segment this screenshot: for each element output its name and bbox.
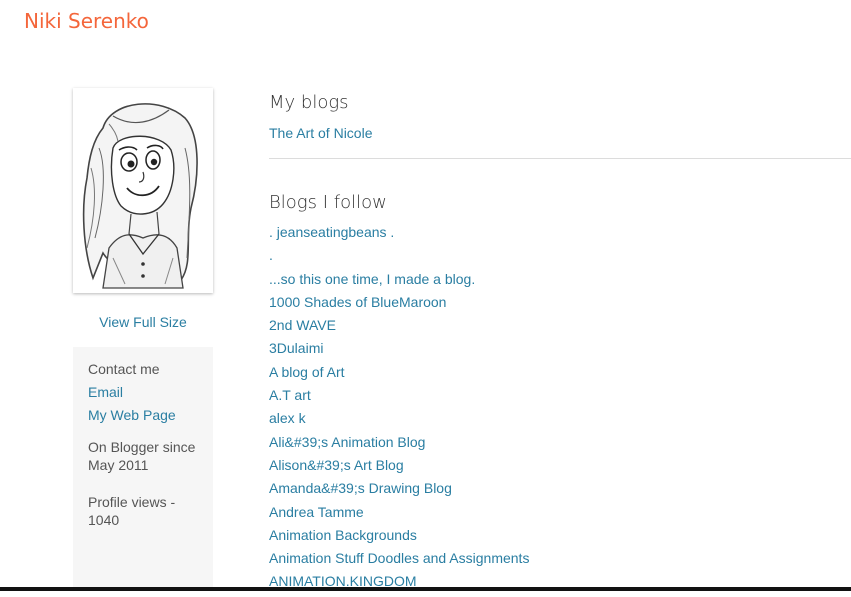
my-blogs-heading: My blogs (269, 92, 349, 113)
followed-blog-link[interactable]: Andrea Tamme (269, 504, 364, 520)
followed-blog-link[interactable]: Animation Stuff Doodles and Assignments (269, 550, 529, 566)
followed-blog-link[interactable]: Animation Backgrounds (269, 527, 417, 543)
list-item: ...so this one time, I made a blog. (269, 271, 529, 294)
list-item: 1000 Shades of BlueMaroon (269, 294, 529, 317)
list-item: 2nd WAVE (269, 317, 529, 340)
followed-blog-link[interactable]: 2nd WAVE (269, 317, 336, 333)
followed-blog-link[interactable]: ...so this one time, I made a blog. (269, 271, 475, 287)
followed-blog-link[interactable]: 3Dulaimi (269, 340, 323, 356)
list-item: A.T art (269, 387, 529, 410)
followed-blog-link[interactable]: . (269, 247, 273, 263)
followed-blog-link[interactable]: A blog of Art (269, 364, 345, 380)
blogs-i-follow-heading: Blogs I follow (269, 192, 387, 213)
list-item: 3Dulaimi (269, 340, 529, 363)
followed-blog-link[interactable]: 1000 Shades of BlueMaroon (269, 294, 446, 310)
list-item: A blog of Art (269, 364, 529, 387)
blogger-since-text: On Blogger since May 2011 (88, 439, 196, 473)
list-item: Animation Stuff Doodles and Assignments (269, 550, 529, 573)
followed-blog-link[interactable]: Alison&#39;s Art Blog (269, 457, 404, 473)
section-divider (269, 158, 851, 159)
email-link[interactable]: Email (88, 384, 201, 401)
my-blog-link[interactable]: The Art of Nicole (269, 125, 373, 141)
site-title[interactable]: Niki Serenko (24, 9, 149, 33)
followed-blog-link[interactable]: alex k (269, 410, 306, 426)
list-item: ANIMATION.KINGDOM (269, 573, 529, 596)
profile-views-text: Profile views - 1040 (88, 494, 176, 528)
list-item: Alison&#39;s Art Blog (269, 457, 529, 480)
web-page-link[interactable]: My Web Page (88, 407, 201, 424)
followed-blog-link[interactable]: . jeanseatingbeans . (269, 224, 394, 240)
list-item: Ali&#39;s Animation Blog (269, 434, 529, 457)
followed-blog-link[interactable]: A.T art (269, 387, 311, 403)
list-item: . jeanseatingbeans . (269, 224, 529, 247)
followed-blog-link[interactable]: Ali&#39;s Animation Blog (269, 434, 425, 450)
followed-blogs-list: . jeanseatingbeans . . ...so this one ti… (269, 224, 529, 597)
bottom-edge-bar (0, 587, 851, 591)
view-full-size-link[interactable]: View Full Size (73, 314, 213, 330)
profile-avatar[interactable] (73, 88, 213, 293)
list-item: . (269, 247, 529, 270)
contact-heading: Contact me (88, 361, 160, 377)
list-item: Andrea Tamme (269, 504, 529, 527)
followed-blog-link[interactable]: Amanda&#39;s Drawing Blog (269, 480, 452, 496)
list-item: Animation Backgrounds (269, 527, 529, 550)
profile-sidebar: Contact me Email My Web Page On Blogger … (73, 347, 213, 591)
avatar-caricature-image (82, 103, 198, 289)
list-item: Amanda&#39;s Drawing Blog (269, 480, 529, 503)
list-item: alex k (269, 410, 529, 433)
